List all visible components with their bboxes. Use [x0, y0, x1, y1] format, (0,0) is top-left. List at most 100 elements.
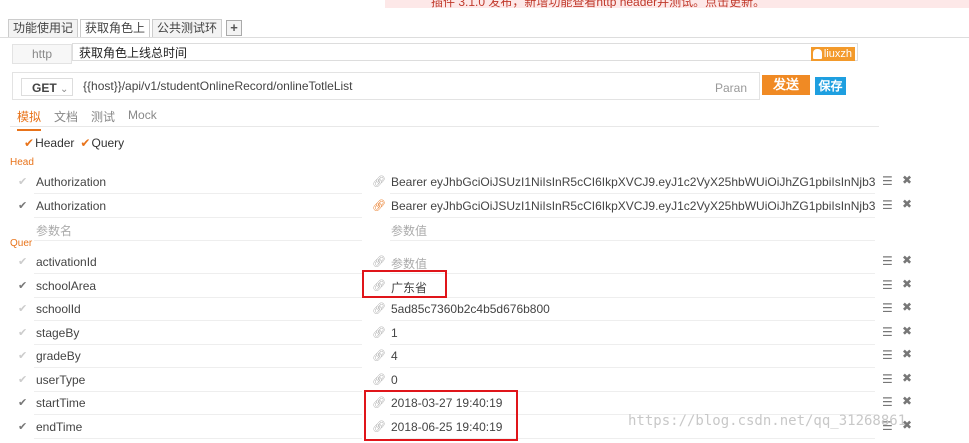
header-row: ✔ Authorization 🔗︎ Bearer eyJhbGciOiJSUz… — [14, 195, 914, 218]
tab-test[interactable]: 测试 — [91, 108, 115, 131]
check-icon: ✔ — [80, 136, 91, 150]
tab-get-role[interactable]: 获取角色上 — [80, 19, 151, 37]
value-underline — [390, 193, 875, 194]
check-icon[interactable]: ✔ — [18, 349, 27, 362]
check-icon[interactable]: ✔ — [18, 302, 27, 315]
check-icon[interactable]: ✔ — [18, 255, 27, 268]
query-key[interactable]: schoolArea — [36, 279, 96, 293]
tab-feature-log[interactable]: 功能使用记 — [8, 19, 79, 37]
key-underline — [34, 193, 362, 194]
query-value[interactable]: 5ad85c7360b2c4b5d676b800 — [391, 302, 876, 316]
query-value[interactable]: 4 — [391, 349, 876, 363]
close-icon[interactable]: ✖ — [902, 394, 912, 408]
query-row: ✔ schoolId 🔗︎ 5ad85c7360b2c4b5d676b800 ☰… — [14, 298, 914, 321]
drag-handle-icon[interactable]: ☰ — [882, 174, 893, 188]
params-button[interactable]: Paran — [715, 81, 747, 95]
key-underline — [34, 240, 362, 241]
query-key[interactable]: userType — [36, 373, 85, 387]
tab-mock[interactable]: Mock — [128, 108, 157, 131]
query-key[interactable]: gradeBy — [36, 349, 81, 363]
tab-simulate[interactable]: 模拟 — [17, 108, 42, 131]
close-icon[interactable]: ✖ — [902, 173, 912, 187]
query-toggle-label: Query — [91, 136, 125, 150]
header-toggle[interactable]: ✔ Header — [24, 136, 74, 150]
query-value[interactable]: 广东省 — [391, 279, 876, 296]
header-value[interactable]: Bearer eyJhbGciOiJSUzI1NiIsInR5cCI6IkpXV… — [391, 199, 876, 213]
drag-handle-icon[interactable]: ☰ — [882, 301, 893, 315]
drag-handle-icon[interactable]: ☰ — [882, 278, 893, 292]
drag-handle-icon[interactable]: ☰ — [882, 372, 893, 386]
query-row: ✔ schoolArea 🔗︎ 广东省 ☰ ✖ — [14, 275, 914, 298]
check-icon[interactable]: ✔ — [18, 396, 27, 409]
subtab-divider — [10, 126, 879, 127]
highlight-box — [364, 390, 518, 441]
add-tab-button[interactable]: + — [226, 20, 243, 36]
link-icon[interactable]: 🔗︎ — [372, 349, 386, 362]
query-key[interactable]: endTime — [36, 420, 82, 434]
header-value[interactable]: Bearer eyJhbGciOiJSUzI1NiIsInR5cCI6IkpXV… — [391, 175, 876, 189]
user-icon — [812, 49, 822, 59]
highlight-box — [362, 270, 447, 298]
check-icon[interactable]: ✔ — [18, 175, 27, 188]
tab-docs[interactable]: 文档 — [54, 108, 78, 131]
save-button[interactable]: 保存 — [815, 77, 846, 95]
check-icon: ✔ — [24, 136, 35, 150]
value-underline — [390, 240, 875, 241]
protocol-label: http — [12, 44, 72, 64]
link-icon[interactable]: 🔗︎ — [372, 255, 386, 268]
link-icon[interactable]: 🔗︎ — [372, 199, 386, 212]
header-row-new: 参数名 参数值 — [14, 218, 914, 241]
method-label: GET — [32, 81, 57, 95]
header-key[interactable]: Authorization — [36, 175, 106, 189]
user-badge[interactable]: liuxzh — [810, 47, 855, 61]
check-icon[interactable]: ✔ — [18, 373, 27, 386]
url-input[interactable]: {{host}}/api/v1/studentOnlineRecord/onli… — [83, 79, 353, 93]
query-toggle[interactable]: ✔ Query — [80, 136, 124, 150]
update-banner[interactable]: 插件 3.1.0 发布，新增功能查看http header并测试。点击更新。 — [385, 0, 969, 8]
query-key[interactable]: activationId — [36, 255, 97, 269]
user-name: liuxzh — [823, 48, 852, 60]
close-icon[interactable]: ✖ — [902, 253, 912, 267]
request-name-field[interactable]: 获取角色上线总时间 liuxzh — [72, 43, 858, 61]
header-key-placeholder[interactable]: 参数名 — [36, 222, 72, 239]
link-icon[interactable]: 🔗︎ — [372, 326, 386, 339]
drag-handle-icon[interactable]: ☰ — [882, 254, 893, 268]
drag-handle-icon[interactable]: ☰ — [882, 198, 893, 212]
method-select[interactable]: GET ⌄ — [21, 78, 73, 96]
query-value[interactable]: 1 — [391, 326, 876, 340]
query-key[interactable]: startTime — [36, 396, 86, 410]
check-icon[interactable]: ✔ — [18, 326, 27, 339]
key-underline — [34, 367, 362, 368]
close-icon[interactable]: ✖ — [902, 371, 912, 385]
header-key[interactable]: Authorization — [36, 199, 106, 213]
link-icon[interactable]: 🔗︎ — [372, 175, 386, 188]
close-icon[interactable]: ✖ — [902, 197, 912, 211]
header-section-label: Head — [10, 157, 34, 168]
send-button[interactable]: 发送 — [762, 75, 810, 95]
link-icon[interactable]: 🔗︎ — [372, 302, 386, 315]
tab-divider — [0, 37, 969, 38]
key-underline — [34, 320, 362, 321]
check-icon[interactable]: ✔ — [18, 420, 27, 433]
close-icon[interactable]: ✖ — [902, 277, 912, 291]
close-icon[interactable]: ✖ — [902, 300, 912, 314]
value-underline — [390, 320, 875, 321]
query-key[interactable]: schoolId — [36, 302, 81, 316]
drag-handle-icon[interactable]: ☰ — [882, 325, 893, 339]
section-toggles: ✔ Header ✔ Query — [24, 136, 130, 150]
header-value-placeholder[interactable]: 参数值 — [391, 222, 876, 239]
tab-public-test[interactable]: 公共测试环 — [152, 19, 223, 37]
header-toggle-label: Header — [35, 136, 75, 150]
link-icon[interactable]: 🔗︎ — [372, 373, 386, 386]
drag-handle-icon[interactable]: ☰ — [882, 395, 893, 409]
drag-handle-icon[interactable]: ☰ — [882, 348, 893, 362]
check-icon[interactable]: ✔ — [18, 279, 27, 292]
query-key[interactable]: stageBy — [36, 326, 79, 340]
query-row: ✔ activationId 🔗︎ 参数值 ☰ ✖ — [14, 251, 914, 274]
query-value[interactable]: 0 — [391, 373, 876, 387]
close-icon[interactable]: ✖ — [902, 347, 912, 361]
query-value[interactable]: 参数值 — [391, 255, 876, 272]
close-icon[interactable]: ✖ — [902, 324, 912, 338]
header-row: ✔ Authorization 🔗︎ Bearer eyJhbGciOiJSUz… — [14, 171, 914, 194]
check-icon[interactable]: ✔ — [18, 199, 27, 212]
